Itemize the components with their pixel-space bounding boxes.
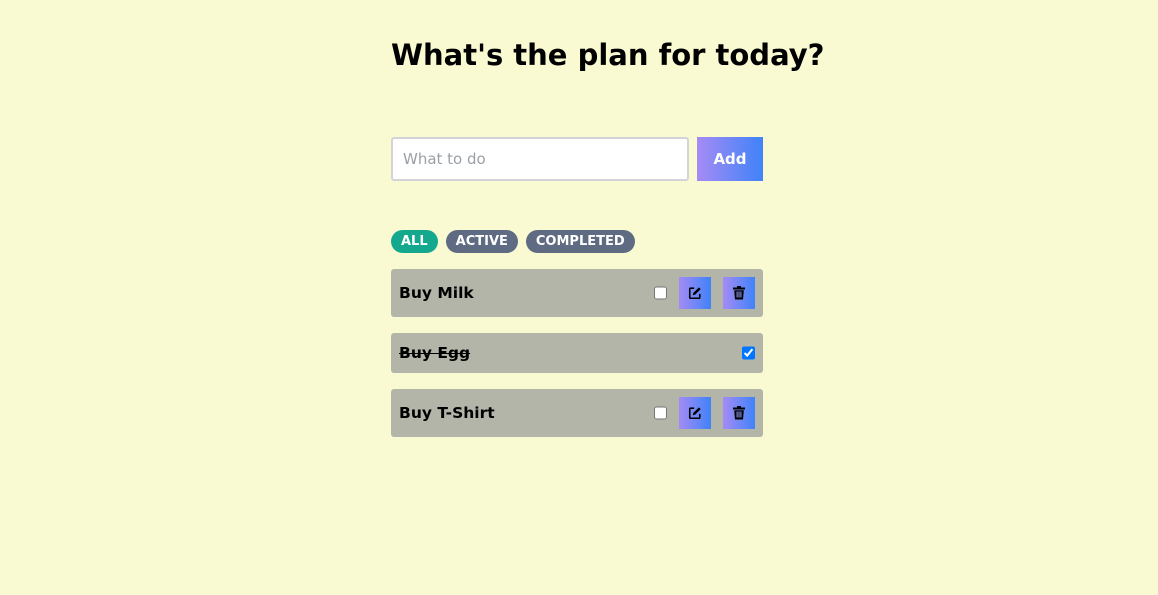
- todo-item: Buy T-Shirt: [391, 389, 763, 437]
- todo-checkbox[interactable]: [654, 286, 667, 300]
- filter-active[interactable]: ACTIVE: [445, 230, 518, 253]
- todo-item: Buy Milk: [391, 269, 763, 317]
- edit-icon: [688, 407, 701, 420]
- edit-icon: [688, 287, 701, 300]
- todo-checkbox[interactable]: [742, 346, 755, 360]
- filter-completed[interactable]: COMPLETED: [525, 230, 635, 253]
- trash-icon: [733, 406, 745, 420]
- todo-item: Buy Egg: [391, 333, 763, 373]
- add-todo-form: Add: [391, 137, 763, 181]
- delete-button[interactable]: [723, 397, 755, 429]
- edit-button[interactable]: [679, 397, 711, 429]
- page-title: What's the plan for today?: [391, 38, 825, 72]
- trash-icon: [733, 286, 745, 300]
- todo-input[interactable]: [391, 137, 689, 181]
- edit-button[interactable]: [679, 277, 711, 309]
- add-button[interactable]: Add: [697, 137, 763, 181]
- filter-all[interactable]: ALL: [391, 230, 438, 253]
- todo-text: Buy Egg: [399, 344, 471, 362]
- todo-text: Buy T-Shirt: [399, 404, 495, 422]
- filter-bar: ALL ACTIVE COMPLETED: [391, 230, 635, 253]
- todo-checkbox[interactable]: [654, 406, 667, 420]
- delete-button[interactable]: [723, 277, 755, 309]
- todo-text: Buy Milk: [399, 284, 474, 302]
